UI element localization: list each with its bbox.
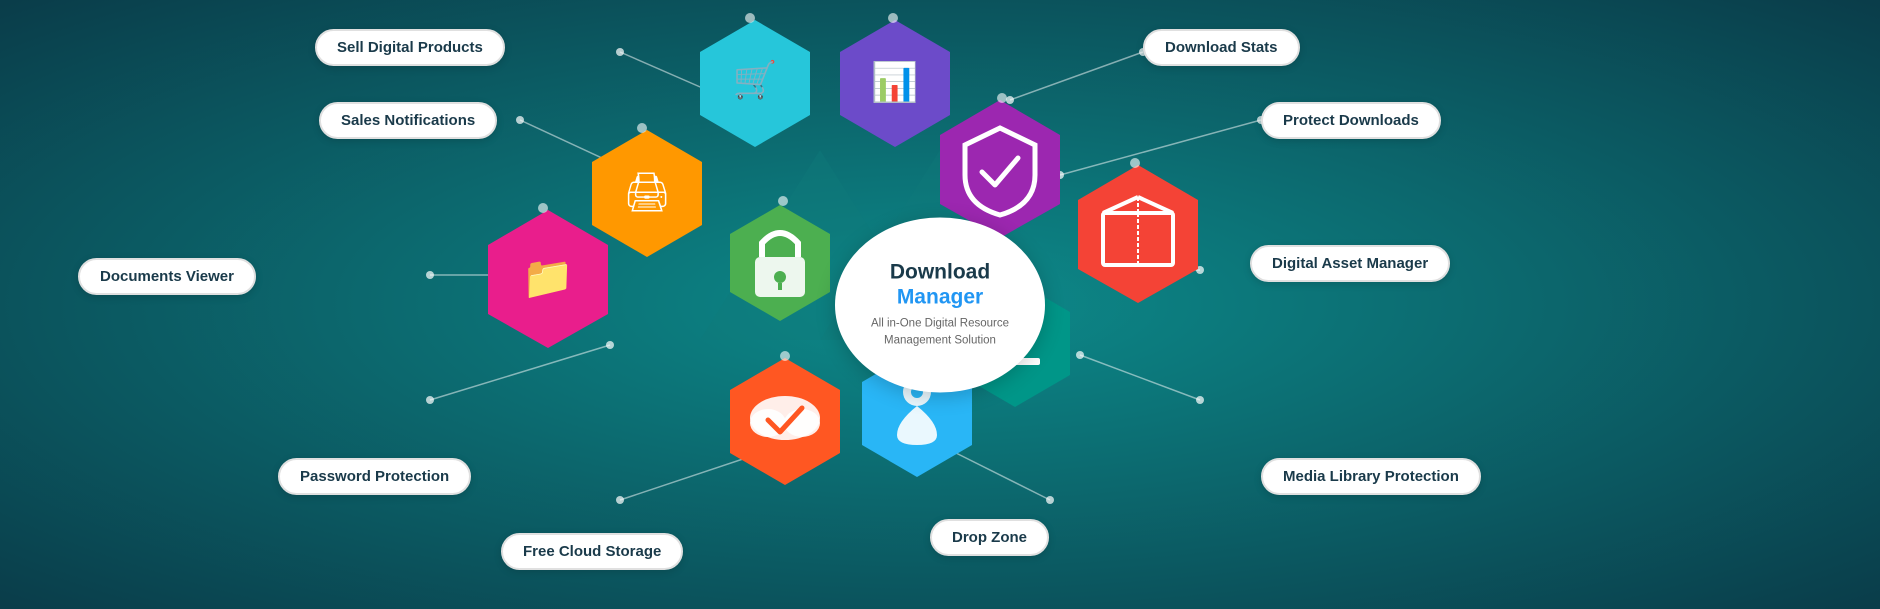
subtitle-line1: All in-One Digital Resource: [871, 317, 1009, 329]
subtitle-line2: Management Solution: [884, 335, 996, 347]
svg-text:📁: 📁: [522, 254, 574, 301]
label-sell-digital: Sell Digital Products: [315, 29, 505, 66]
svg-text:🛒: 🛒: [733, 59, 778, 100]
label-sales-notifications: Sales Notifications: [319, 102, 497, 139]
label-protect-downloads: Protect Downloads: [1261, 102, 1441, 139]
label-digital-asset: Digital Asset Manager: [1250, 245, 1450, 282]
label-password-protection: Password Protection: [278, 458, 471, 495]
title-highlight: Manager: [897, 285, 983, 308]
center-card: Download Manager All in-One Digital Reso…: [835, 217, 1045, 392]
app-subtitle: All in-One Digital Resource Management S…: [871, 315, 1009, 350]
svg-text:📊: 📊: [871, 60, 918, 104]
label-media-library: Media Library Protection: [1261, 458, 1481, 495]
label-free-cloud: Free Cloud Storage: [501, 533, 683, 570]
label-documents-viewer: Documents Viewer: [78, 258, 256, 295]
app-title: Download Manager: [855, 259, 1025, 309]
main-scene: 🛒 📊 🖨 📁: [0, 0, 1880, 609]
title-regular: Download: [890, 260, 990, 283]
label-download-stats: Download Stats: [1143, 29, 1300, 66]
svg-text:🖨: 🖨: [623, 172, 671, 214]
label-drop-zone: Drop Zone: [930, 519, 1049, 556]
